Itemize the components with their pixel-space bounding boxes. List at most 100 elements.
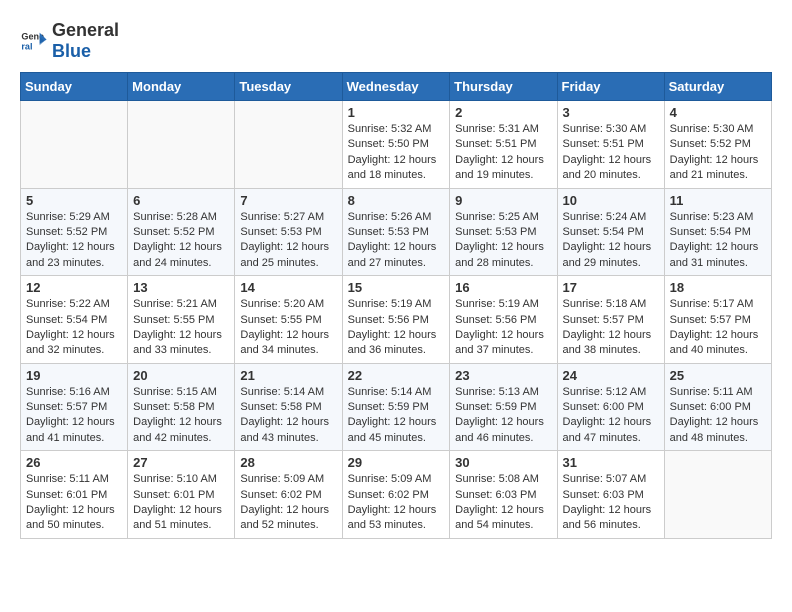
day-info: Sunrise: 5:16 AM Sunset: 5:57 PM Dayligh… [26, 385, 122, 447]
calendar-day-1: 1 Sunrise: 5:32 AM Sunset: 5:50 PM Daylig… [342, 101, 450, 189]
calendar-week-row: 1 Sunrise: 5:32 AM Sunset: 5:50 PM Daylig… [21, 101, 772, 189]
logo-icon: Gene ral [20, 27, 48, 55]
day-info: Sunrise: 5:13 AM Sunset: 5:59 PM Dayligh… [455, 385, 551, 447]
day-number: 14 [240, 280, 336, 295]
calendar-day-21: 21Sunrise: 5:14 AM Sunset: 5:58 PM Dayli… [235, 363, 342, 451]
calendar-day-4: 4 Sunrise: 5:30 AM Sunset: 5:52 PM Daylig… [664, 101, 771, 189]
day-info: Sunrise: 5:32 AM Sunset: 5:50 PM Dayligh… [348, 122, 445, 184]
weekday-header-tuesday: Tuesday [235, 73, 342, 101]
day-number: 6 [133, 193, 229, 208]
day-number: 29 [348, 455, 445, 470]
calendar-day-22: 22Sunrise: 5:14 AM Sunset: 5:59 PM Dayli… [342, 363, 450, 451]
day-info: Sunrise: 5:27 AM Sunset: 5:53 PM Dayligh… [240, 210, 336, 272]
day-info: Sunrise: 5:09 AM Sunset: 6:02 PM Dayligh… [240, 472, 336, 534]
day-info: Sunrise: 5:29 AM Sunset: 5:52 PM Dayligh… [26, 210, 122, 272]
day-info: Sunrise: 5:26 AM Sunset: 5:53 PM Dayligh… [348, 210, 445, 272]
day-number: 27 [133, 455, 229, 470]
calendar-day-23: 23 Sunrise: 5:13 AM Sunset: 5:59 PM Dayli… [450, 363, 557, 451]
calendar-week-row: 26Sunrise: 5:11 AM Sunset: 6:01 PM Dayli… [21, 451, 772, 539]
day-info: Sunrise: 5:07 AM Sunset: 6:03 PM Dayligh… [563, 472, 659, 534]
weekday-header-row: SundayMondayTuesdayWednesdayThursdayFrid… [21, 73, 772, 101]
day-info: Sunrise: 5:19 AM Sunset: 5:56 PM Dayligh… [455, 297, 551, 359]
calendar-day-3: 3 Sunrise: 5:30 AM Sunset: 5:51 PM Daylig… [557, 101, 664, 189]
page-header: Gene ral Gene ral Blue [20, 20, 772, 62]
calendar-empty-cell [664, 451, 771, 539]
calendar-day-15: 15 Sunrise: 5:19 AM Sunset: 5:56 PM Dayli… [342, 276, 450, 364]
day-number: 22 [348, 368, 445, 383]
day-info: Sunrise: 5:18 AM Sunset: 5:57 PM Dayligh… [563, 297, 659, 359]
day-number: 19 [26, 368, 122, 383]
day-info: Sunrise: 5:23 AM Sunset: 5:54 PM Dayligh… [670, 210, 766, 272]
calendar-empty-cell [128, 101, 235, 189]
day-number: 18 [670, 280, 766, 295]
day-number: 4 [670, 105, 766, 120]
day-number: 8 [348, 193, 445, 208]
calendar-day-5: 5 Sunrise: 5:29 AM Sunset: 5:52 PM Daylig… [21, 188, 128, 276]
day-number: 1 [348, 105, 445, 120]
weekday-header-sunday: Sunday [21, 73, 128, 101]
day-number: 31 [563, 455, 659, 470]
calendar-day-6: 6 Sunrise: 5:28 AM Sunset: 5:52 PM Daylig… [128, 188, 235, 276]
calendar-week-row: 12 Sunrise: 5:22 AM Sunset: 5:54 PM Dayli… [21, 276, 772, 364]
calendar-day-29: 29 Sunrise: 5:09 AM Sunset: 6:02 PM Dayli… [342, 451, 450, 539]
day-info: Sunrise: 5:10 AM Sunset: 6:01 PM Dayligh… [133, 472, 229, 534]
logo: Gene ral Gene ral Blue [20, 20, 119, 62]
calendar-day-28: 28 Sunrise: 5:09 AM Sunset: 6:02 PM Dayli… [235, 451, 342, 539]
day-number: 23 [455, 368, 551, 383]
day-info: Sunrise: 5:19 AM Sunset: 5:56 PM Dayligh… [348, 297, 445, 359]
calendar-week-row: 5 Sunrise: 5:29 AM Sunset: 5:52 PM Daylig… [21, 188, 772, 276]
calendar-day-18: 18Sunrise: 5:17 AM Sunset: 5:57 PM Dayli… [664, 276, 771, 364]
calendar-day-10: 10 Sunrise: 5:24 AM Sunset: 5:54 PM Dayli… [557, 188, 664, 276]
day-info: Sunrise: 5:11 AM Sunset: 6:00 PM Dayligh… [670, 385, 766, 447]
calendar-day-16: 16 Sunrise: 5:19 AM Sunset: 5:56 PM Dayli… [450, 276, 557, 364]
day-number: 10 [563, 193, 659, 208]
day-number: 11 [670, 193, 766, 208]
day-info: Sunrise: 5:12 AM Sunset: 6:00 PM Dayligh… [563, 385, 659, 447]
day-number: 15 [348, 280, 445, 295]
logo-text-blue: Blue [52, 41, 91, 61]
calendar-day-9: 9 Sunrise: 5:25 AM Sunset: 5:53 PM Daylig… [450, 188, 557, 276]
day-number: 3 [563, 105, 659, 120]
day-info: Sunrise: 5:21 AM Sunset: 5:55 PM Dayligh… [133, 297, 229, 359]
day-number: 21 [240, 368, 336, 383]
calendar-table: SundayMondayTuesdayWednesdayThursdayFrid… [20, 72, 772, 539]
day-number: 7 [240, 193, 336, 208]
calendar-day-27: 27 Sunrise: 5:10 AM Sunset: 6:01 PM Dayli… [128, 451, 235, 539]
day-info: Sunrise: 5:28 AM Sunset: 5:52 PM Dayligh… [133, 210, 229, 272]
calendar-day-31: 31 Sunrise: 5:07 AM Sunset: 6:03 PM Dayli… [557, 451, 664, 539]
logo-text-general: Gene [52, 20, 97, 40]
calendar-day-2: 2Sunrise: 5:31 AM Sunset: 5:51 PM Daylig… [450, 101, 557, 189]
calendar-day-17: 17Sunrise: 5:18 AM Sunset: 5:57 PM Dayli… [557, 276, 664, 364]
day-info: Sunrise: 5:09 AM Sunset: 6:02 PM Dayligh… [348, 472, 445, 534]
day-number: 5 [26, 193, 122, 208]
day-number: 16 [455, 280, 551, 295]
calendar-day-13: 13 Sunrise: 5:21 AM Sunset: 5:55 PM Dayli… [128, 276, 235, 364]
calendar-day-14: 14 Sunrise: 5:20 AM Sunset: 5:55 PM Dayli… [235, 276, 342, 364]
day-number: 9 [455, 193, 551, 208]
day-number: 30 [455, 455, 551, 470]
calendar-day-7: 7 Sunrise: 5:27 AM Sunset: 5:53 PM Daylig… [235, 188, 342, 276]
day-info: Sunrise: 5:20 AM Sunset: 5:55 PM Dayligh… [240, 297, 336, 359]
day-number: 20 [133, 368, 229, 383]
weekday-header-friday: Friday [557, 73, 664, 101]
weekday-header-saturday: Saturday [664, 73, 771, 101]
weekday-header-thursday: Thursday [450, 73, 557, 101]
day-number: 28 [240, 455, 336, 470]
svg-text:ral: ral [21, 41, 32, 51]
day-info: Sunrise: 5:08 AM Sunset: 6:03 PM Dayligh… [455, 472, 551, 534]
day-info: Sunrise: 5:25 AM Sunset: 5:53 PM Dayligh… [455, 210, 551, 272]
calendar-day-30: 30 Sunrise: 5:08 AM Sunset: 6:03 PM Dayli… [450, 451, 557, 539]
calendar-day-26: 26Sunrise: 5:11 AM Sunset: 6:01 PM Dayli… [21, 451, 128, 539]
day-info: Sunrise: 5:30 AM Sunset: 5:51 PM Dayligh… [563, 122, 659, 184]
calendar-day-20: 20Sunrise: 5:15 AM Sunset: 5:58 PM Dayli… [128, 363, 235, 451]
day-info: Sunrise: 5:22 AM Sunset: 5:54 PM Dayligh… [26, 297, 122, 359]
day-number: 24 [563, 368, 659, 383]
day-info: Sunrise: 5:30 AM Sunset: 5:52 PM Dayligh… [670, 122, 766, 184]
day-info: Sunrise: 5:24 AM Sunset: 5:54 PM Dayligh… [563, 210, 659, 272]
day-number: 13 [133, 280, 229, 295]
calendar-empty-cell [21, 101, 128, 189]
day-number: 12 [26, 280, 122, 295]
calendar-day-19: 19 Sunrise: 5:16 AM Sunset: 5:57 PM Dayli… [21, 363, 128, 451]
day-info: Sunrise: 5:11 AM Sunset: 6:01 PM Dayligh… [26, 472, 122, 534]
day-info: Sunrise: 5:31 AM Sunset: 5:51 PM Dayligh… [455, 122, 551, 184]
